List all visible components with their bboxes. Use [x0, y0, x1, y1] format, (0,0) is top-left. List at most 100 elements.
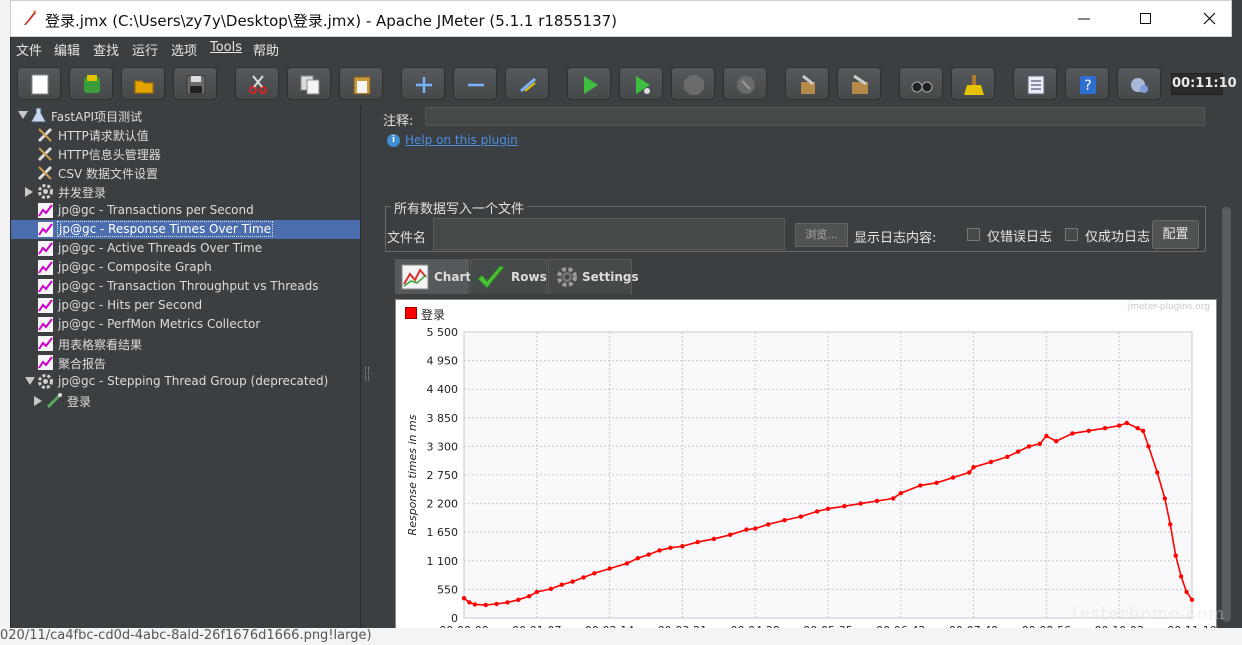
- flask-icon: [30, 107, 47, 123]
- toolbar-button-new[interactable]: [17, 67, 61, 100]
- menu-item-3[interactable]: 运行: [132, 40, 158, 59]
- toolbar-button-open[interactable]: [121, 67, 165, 100]
- data-point: [1155, 470, 1160, 475]
- tree-item[interactable]: 用表格察看结果: [11, 334, 360, 353]
- data-point: [1070, 431, 1075, 436]
- errors-only-checkbox[interactable]: [967, 228, 980, 241]
- close-button[interactable]: [1189, 1, 1233, 37]
- toolbar-button-clear[interactable]: [785, 67, 829, 100]
- toolbar-button-start[interactable]: [567, 67, 611, 100]
- tree-item[interactable]: jp@gc - Transactions per Second: [11, 201, 360, 220]
- data-point: [570, 579, 575, 584]
- tree-item[interactable]: jp@gc - Composite Graph: [11, 258, 360, 277]
- menu-item-6[interactable]: 帮助: [253, 40, 279, 59]
- tree-item-label: FastAPI项目测试: [51, 110, 143, 124]
- help-link[interactable]: Help on this plugin: [405, 133, 518, 147]
- tab-rows[interactable]: Rows: [470, 259, 547, 294]
- comment-field[interactable]: [425, 107, 1205, 126]
- menu-item-2[interactable]: 查找: [93, 40, 119, 59]
- success-only-checkbox[interactable]: [1065, 228, 1078, 241]
- y-tick-label: 3 300: [427, 440, 459, 453]
- toolbar-button-start-no-pause[interactable]: [619, 67, 663, 100]
- tree-item-label: jp@gc - Stepping Thread Group (deprecate…: [58, 374, 329, 388]
- y-axis-label: Response times in ms: [406, 414, 419, 535]
- tree-item[interactable]: 并发登录: [11, 182, 360, 201]
- minimize-icon: [1078, 18, 1090, 20]
- title-bar: 登录.jmx (C:\Users\zy7y\Desktop\登录.jmx) - …: [10, 0, 1232, 37]
- tree-item[interactable]: 聚合报告: [11, 353, 360, 372]
- tree-item[interactable]: jp@gc - Transaction Throughput vs Thread…: [11, 277, 360, 296]
- maximize-button[interactable]: [1125, 1, 1169, 37]
- toolbar-button-function-helper[interactable]: [1013, 67, 1057, 100]
- tree-item[interactable]: HTTP信息头管理器: [11, 144, 360, 163]
- tree-item[interactable]: jp@gc - Response Times Over Time: [11, 220, 360, 239]
- browse-button[interactable]: 浏览...: [795, 223, 848, 247]
- data-point: [483, 602, 488, 608]
- data-point: [1044, 433, 1049, 439]
- y-tick-label: 550: [437, 583, 458, 596]
- toolbar-button-stop[interactable]: [671, 67, 715, 100]
- tree-item-label: jp@gc - Response Times Over Time: [56, 221, 274, 237]
- menu-item-4[interactable]: 选项: [171, 40, 197, 59]
- configure-button[interactable]: 配置: [1152, 220, 1199, 249]
- tree-item-label: HTTP请求默认值: [58, 129, 149, 143]
- reset-search-icon: [964, 75, 984, 95]
- data-point: [1005, 454, 1010, 459]
- collapsed-arrow-icon[interactable]: [25, 187, 33, 197]
- toolbar-button-remote[interactable]: [1117, 67, 1161, 100]
- toolbar-button-clear-all[interactable]: [837, 67, 881, 100]
- tree-item[interactable]: HTTP请求默认值: [11, 125, 360, 144]
- toolbar-button-help[interactable]: ?: [1065, 67, 1109, 100]
- toolbar-button-collapse[interactable]: [453, 67, 497, 100]
- data-point: [1178, 574, 1184, 579]
- toolbar-button-copy[interactable]: [287, 67, 331, 100]
- tree-item[interactable]: jp@gc - Hits per Second: [11, 296, 360, 315]
- tab-chart-label: Chart: [434, 270, 472, 284]
- tree-item[interactable]: jp@gc - PerfMon Metrics Collector: [11, 315, 360, 334]
- help-icon: ?: [1080, 76, 1096, 94]
- toolbar-button-search[interactable]: [899, 67, 943, 100]
- tree-item[interactable]: 登录: [11, 391, 360, 410]
- vertical-scrollbar[interactable]: [1220, 147, 1233, 627]
- tree-item[interactable]: CSV 数据文件设置: [11, 163, 360, 182]
- toolbar-button-cut[interactable]: [235, 67, 279, 100]
- expanded-arrow-icon[interactable]: [18, 111, 28, 119]
- menu-item-1[interactable]: 编辑: [54, 40, 80, 59]
- data-point: [711, 536, 717, 542]
- tab-chart[interactable]: Chart: [395, 259, 472, 294]
- scrollbar-thumb[interactable]: [1222, 207, 1231, 622]
- data-point: [1162, 496, 1168, 501]
- graph-icon: [38, 241, 53, 256]
- y-tick-label: 3 850: [427, 412, 459, 425]
- splitter-grip[interactable]: [365, 367, 369, 381]
- expanded-arrow-icon[interactable]: [25, 377, 35, 385]
- toolbar-button-save[interactable]: [173, 67, 217, 100]
- svg-text:?: ?: [1084, 78, 1091, 94]
- tree-item[interactable]: FastAPI项目测试: [11, 106, 360, 125]
- toolbar-button-shutdown[interactable]: [723, 67, 767, 100]
- toolbar-button-expand[interactable]: [401, 67, 445, 100]
- toolbar-button-paste[interactable]: [339, 67, 383, 100]
- chart-icon: [401, 264, 429, 290]
- tree-item[interactable]: jp@gc - Stepping Thread Group (deprecate…: [11, 372, 360, 391]
- data-point: [971, 465, 976, 470]
- shutdown-icon: [737, 76, 755, 94]
- tab-settings[interactable]: Settings: [548, 259, 639, 294]
- y-tick-label: 1 100: [427, 555, 459, 568]
- paste-icon: [353, 76, 371, 95]
- menu-item-5[interactable]: Tools: [210, 40, 242, 55]
- data-point: [1124, 420, 1130, 426]
- toolbar-button-reset-search[interactable]: [951, 67, 995, 100]
- minimize-button[interactable]: [1063, 1, 1107, 37]
- collapsed-arrow-icon[interactable]: [34, 396, 42, 406]
- menu-item-0[interactable]: 文件: [16, 40, 42, 59]
- tree-item[interactable]: jp@gc - Active Threads Over Time: [11, 239, 360, 258]
- file-name-input[interactable]: [433, 218, 785, 250]
- toolbar-button-templates[interactable]: [69, 67, 113, 100]
- toolbar-button-toggle[interactable]: [505, 67, 549, 100]
- graph-icon: [38, 203, 53, 218]
- data-point: [548, 586, 554, 592]
- y-tick-label: 2 750: [427, 469, 459, 482]
- info-icon: i: [387, 134, 400, 147]
- split-pane-divider[interactable]: [362, 105, 372, 628]
